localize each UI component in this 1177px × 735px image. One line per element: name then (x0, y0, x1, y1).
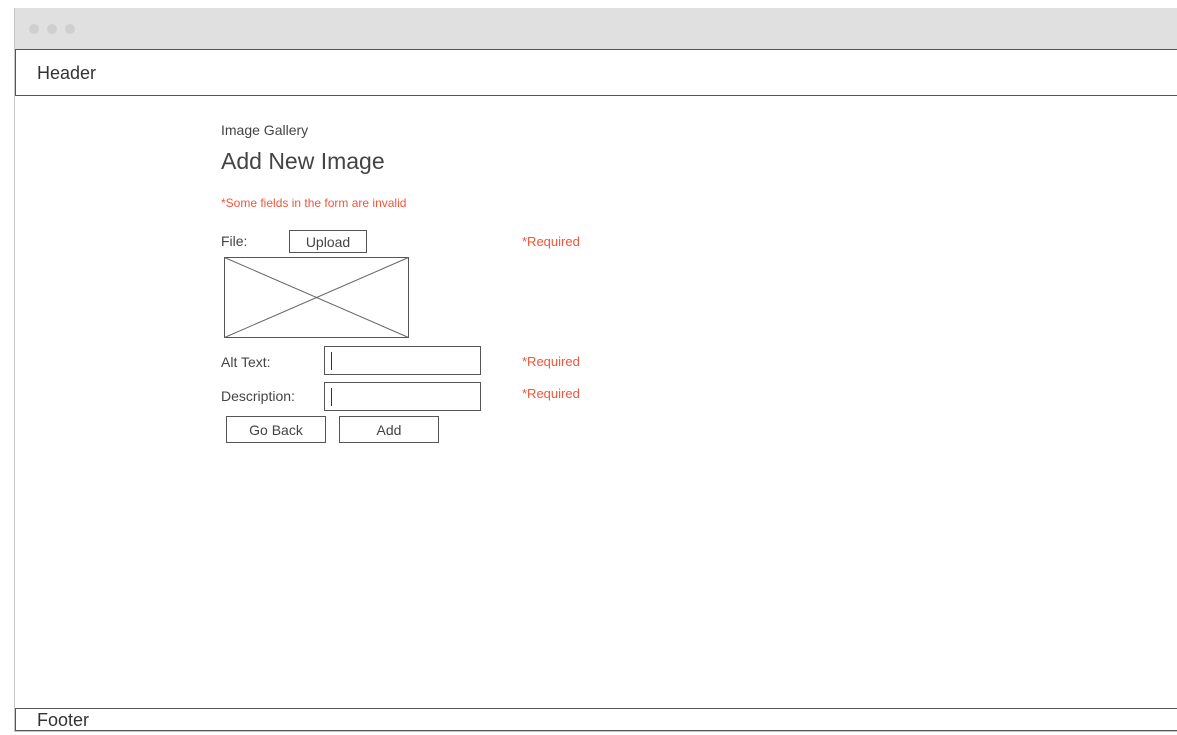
description-required-note: *Required (522, 386, 580, 401)
alt-text-required-note: *Required (522, 354, 580, 369)
window-close-dot[interactable] (29, 24, 39, 34)
browser-window: Header Footer (14, 8, 1177, 732)
page-footer: Footer (15, 708, 1177, 731)
upload-button[interactable]: Upload (289, 230, 367, 253)
description-input[interactable] (324, 382, 481, 411)
window-maximize-dot[interactable] (65, 24, 75, 34)
description-label: Description: (221, 388, 295, 404)
footer-label: Footer (37, 710, 90, 730)
text-caret (331, 388, 332, 406)
image-placeholder-icon (224, 257, 409, 338)
file-label: File: (221, 233, 248, 249)
page-header: Header (15, 49, 1177, 96)
page-title: Add New Image (221, 148, 385, 174)
alt-text-input[interactable] (324, 346, 481, 375)
form-error-message: *Some fields in the form are invalid (221, 196, 407, 210)
add-button[interactable]: Add (339, 416, 439, 443)
window-titlebar (15, 8, 1177, 49)
breadcrumb[interactable]: Image Gallery (221, 122, 308, 138)
text-caret (331, 352, 332, 370)
file-required-note: *Required (522, 234, 580, 249)
go-back-button[interactable]: Go Back (226, 416, 326, 443)
header-label: Header (37, 63, 97, 83)
alt-text-label: Alt Text: (221, 354, 271, 370)
window-minimize-dot[interactable] (47, 24, 57, 34)
